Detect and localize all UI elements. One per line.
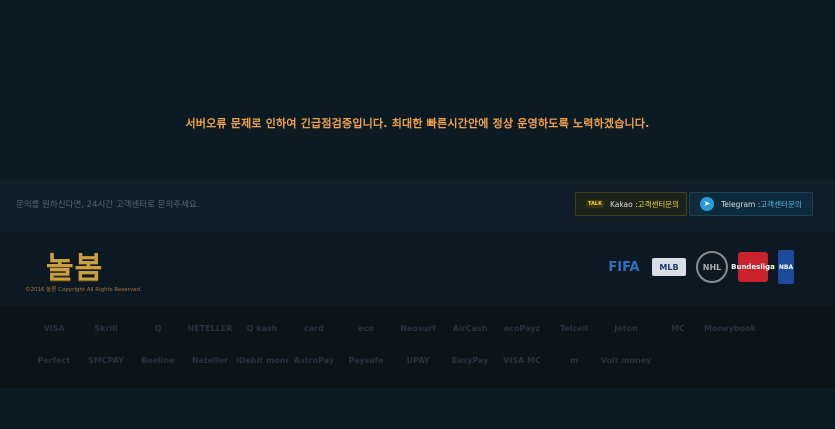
telegram-link: 고객센터문의 [760,199,802,209]
payment-logo: Skrill [94,324,118,333]
payment-logo: Neosurf [400,324,436,333]
payment-logo: m [569,356,579,365]
top-background [0,0,835,180]
telegram-label: Telegram : [721,199,761,209]
maintenance-notice: 서버오류 문제로 인하여 긴급점검중입니다. 최대한 빠른시간안에 정상 운영하… [185,117,650,130]
telegram-button[interactable]: ➤ Telegram : 고객센터문의 [689,192,813,216]
payment-logo: eco [358,324,374,333]
payment-logo: Neteller [191,356,229,365]
payment-logo: Paysafe [348,356,384,365]
payment-row-1: VISA Skrill Q NETELLER Q kash card eco Neosurf A… [28,320,756,338]
payment-row-2: Perfect SMCPAY Beeline Neteller iDebit money… [28,352,652,370]
payment-logo: Volt money [600,356,652,365]
league-logos: FIFA MLB NHL Bundesliga NBA [606,250,794,284]
site-logo: 놀봄 [46,251,104,286]
fifa-logo: FIFA [608,259,640,275]
copyright-text: ©2016 눌봄 Copyright All Rights Reserved. [25,287,142,293]
payment-logo: NETELLER [187,324,233,333]
payment-logo: VISA MC [503,356,541,365]
payment-logo: Moneybookers [704,324,756,333]
payment-logo: Telcell [559,324,589,333]
payment-logo: AstroPay [293,356,335,365]
payment-logo: UPAY [406,356,430,365]
payment-logo: SMCPAY [88,356,124,365]
payment-logo: Jeton [614,324,638,333]
payment-logo: MC [671,324,685,333]
payment-logo: Beeline [141,356,175,365]
payment-logo: Q kash [246,324,278,333]
kakao-label: Kakao : [609,199,638,209]
nhl-logo: NHL [696,251,728,283]
nba-logo: NBA [778,250,794,284]
payment-logo: iDebit money [236,356,288,365]
kakao-button[interactable]: TALK Kakao : 고객센터문의 [575,192,687,216]
payment-logo: EasyPay [451,356,489,365]
mlb-logo: MLB [652,258,686,276]
bottom-background [0,388,835,429]
payment-logo: ecoPayz [503,324,541,333]
kakao-link: 고객센터문의 [637,199,680,209]
kakao-talk-icon: TALK [586,200,604,208]
telegram-icon: ➤ [700,197,714,211]
payment-logo: Perfect [37,356,71,365]
bundesliga-logo: Bundesliga [731,252,775,282]
payment-band [0,306,835,388]
payment-logo: AirCash [452,324,488,333]
payment-logo: VISA [43,324,65,333]
contact-text: 문의를 원하신다면, 24시간 고객센터로 문의주세요. [16,200,200,210]
payment-logo: card [304,324,324,333]
payment-logo: Q [154,324,162,333]
